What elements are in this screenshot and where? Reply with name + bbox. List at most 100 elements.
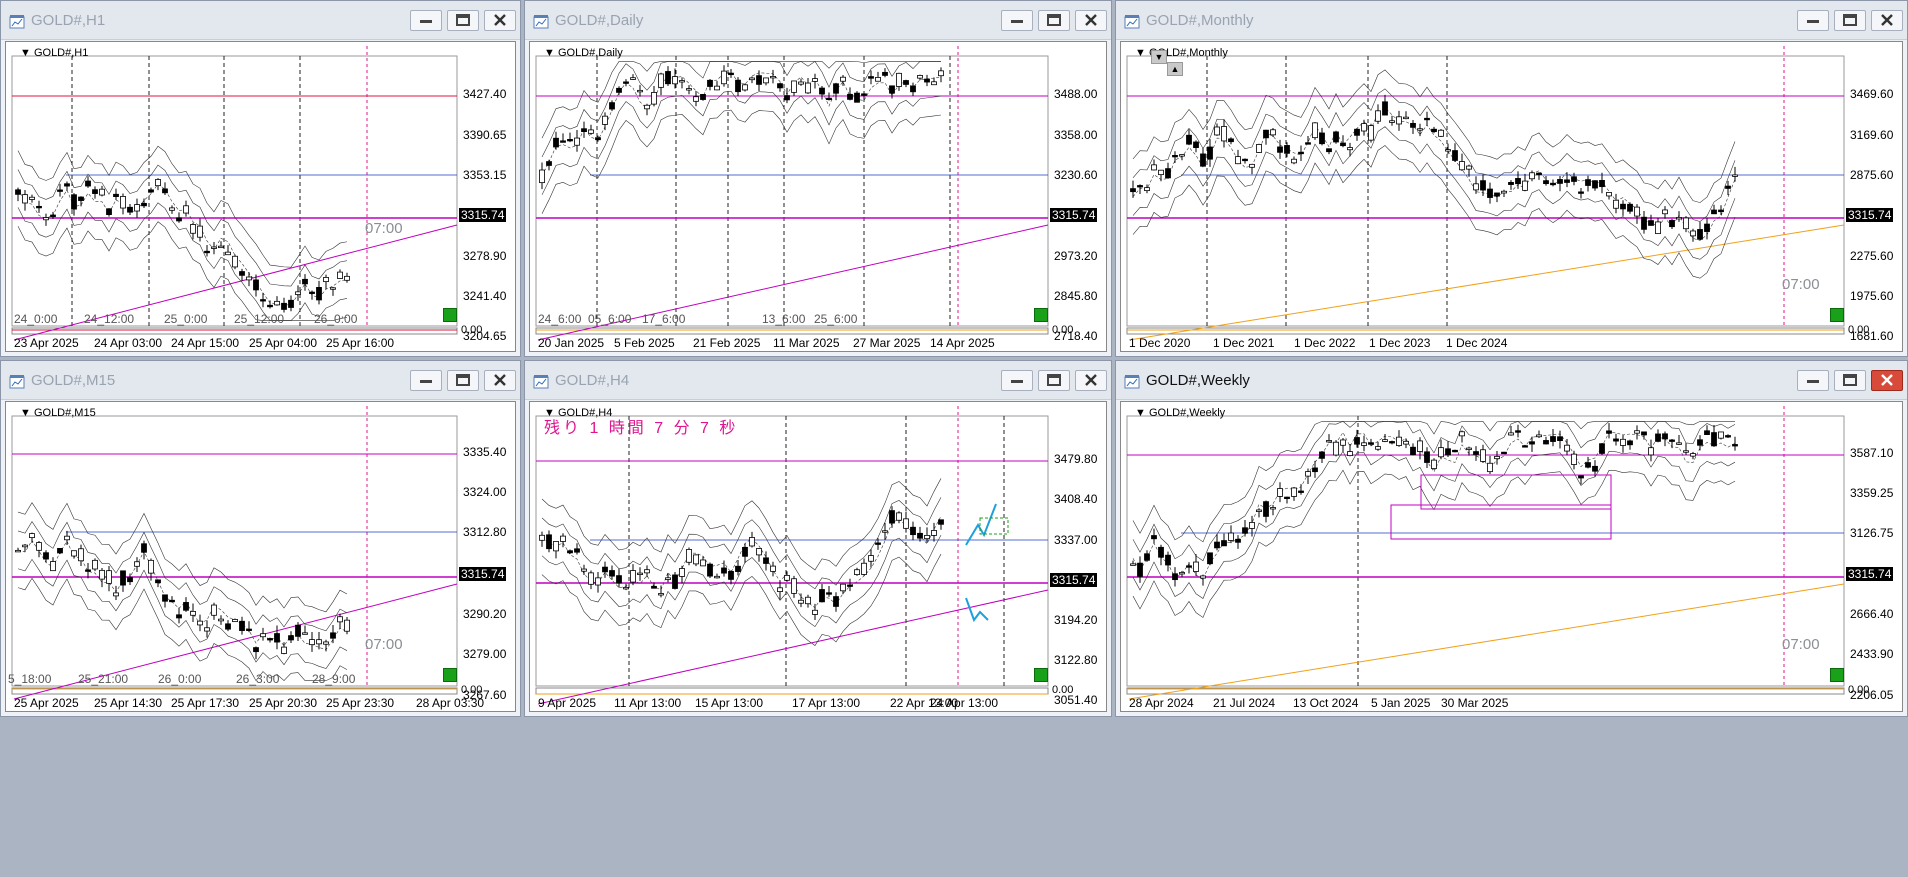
window-titlebar[interactable]: GOLD#,Daily [525,1,1111,40]
minimize-button[interactable] [1001,370,1033,391]
autotrade-indicator-icon[interactable] [443,668,457,682]
candle [1326,148,1332,153]
window-titlebar[interactable]: GOLD#,Weekly [1116,361,1907,400]
chart-area[interactable]: ▼ GOLD#,Weekly 3587.10 3359.25 3126.75 2666.… [1120,401,1903,712]
maximize-button[interactable] [447,10,479,31]
maximize-button[interactable] [447,370,479,391]
close-button[interactable] [484,10,516,31]
autotrade-indicator-icon[interactable] [1830,308,1844,322]
chart-area[interactable]: ▼ GOLD#,M15 3335.40 3324.00 3312.80 3290.20 3… [5,401,516,712]
candle [567,550,573,554]
bollinger-band [541,535,942,628]
scroll-down-icon[interactable]: ▲ [1167,62,1183,76]
chart-window[interactable]: GOLD#,Weekly ▼ GOLD#,Weekly 3587.10 3359.25… [1115,360,1908,717]
chart-area[interactable]: ▼ GOLD#,H1 3427.40 3390.65 3353.15 3278.90 32… [5,41,516,352]
candle [1718,431,1724,439]
range-box [1420,474,1612,510]
autotrade-indicator-icon[interactable] [1034,308,1048,322]
window-titlebar[interactable]: GOLD#,M15 [1,361,520,400]
candle [651,92,657,105]
scroll-up-icon[interactable]: ▼ [1151,50,1167,64]
candle [1158,546,1164,558]
autotrade-indicator-icon[interactable] [1034,668,1048,682]
candle [931,530,937,536]
maximize-button[interactable] [1834,10,1866,31]
maximize-button[interactable] [1834,370,1866,391]
candle [742,84,748,91]
dropdown-triangle-icon[interactable]: ▼ [1135,407,1146,419]
chart-window[interactable]: GOLD#,H1 ▼ GOLD#,H1 3427.40 3390.65 3353.15 3… [0,0,521,357]
minimize-button[interactable] [1797,370,1829,391]
bollinger-band [1132,421,1735,543]
candlestick-plot [1126,406,1845,700]
minimize-button[interactable] [1001,10,1033,31]
dropdown-triangle-icon[interactable]: ▼ [1135,47,1146,59]
chart-window[interactable]: GOLD#,Monthly ▼ GOLD#,Monthly ▼ ▲ 3469.60 316… [1115,0,1908,357]
price-axis-label: 3353.15 [463,168,507,182]
close-icon [1085,374,1097,386]
window-titlebar[interactable]: GOLD#,H1 [1,1,520,40]
candle [721,567,727,574]
autotrade-indicator-icon[interactable] [443,308,457,322]
candle [1193,561,1199,572]
time-marker-label: 07:00 [1782,276,1820,293]
candle [1277,146,1283,153]
dropdown-triangle-icon[interactable]: ▼ [544,47,555,59]
window-titlebar[interactable]: GOLD#,Monthly [1116,1,1907,40]
chart-window[interactable]: GOLD#,Daily ▼ GOLD#,Daily 3488.00 3358.00 32… [524,0,1112,357]
candle [896,512,902,521]
bollinger-band [17,558,348,669]
maximize-button[interactable] [1038,10,1070,31]
candle [756,75,762,85]
candle [1144,553,1150,561]
chart-area[interactable]: ▼ GOLD#,Daily 3488.00 3358.00 3230.60 2973.2… [529,41,1107,352]
price-axis-label: 3290.20 [463,607,507,621]
candle [36,205,42,209]
candle [1571,453,1577,465]
candle [1683,450,1689,453]
candle [260,299,266,302]
time-axis-label: 11 Apr 13:00 [614,696,682,710]
window-titlebar[interactable]: GOLD#,H4 [525,361,1111,400]
maximize-button[interactable] [1038,370,1070,391]
close-button[interactable] [1075,10,1107,31]
time-axis-label: 17 Apr 13:00 [792,696,861,710]
candle [553,541,559,552]
candle [1606,430,1612,434]
candle [1305,142,1311,145]
dropdown-triangle-icon[interactable]: ▼ [20,47,31,59]
candle [1627,203,1633,212]
candle [50,214,56,217]
candle [344,619,350,632]
candle [938,70,944,77]
time-axis-label: 5 Jan 2025 [1371,696,1431,710]
candle [602,566,608,573]
candle [903,518,909,529]
close-button[interactable] [1075,370,1107,391]
minimize-button[interactable] [410,10,442,31]
candle [735,79,741,93]
candle [183,602,189,611]
candle [1361,442,1367,446]
price-axis-label: 3122.80 [1054,653,1098,667]
dropdown-triangle-icon[interactable]: ▼ [20,407,31,419]
chart-window[interactable]: GOLD#,H4 ▼ GOLD#,H4 残り 1 時間 7 分 7 秒 3479.80… [524,360,1112,717]
close-button[interactable] [1871,370,1903,391]
chart-window[interactable]: GOLD#,M15 ▼ GOLD#,M15 3335.40 3324.00 3312.8… [0,360,521,717]
minimize-button[interactable] [410,370,442,391]
candle [267,638,273,641]
minimize-button[interactable] [1797,10,1829,31]
candle [1298,490,1304,493]
candle [1438,129,1444,137]
candle [1550,182,1556,186]
candle [854,92,860,103]
candle [700,94,706,100]
price-axis-label: 2433.90 [1850,647,1894,661]
autotrade-indicator-icon[interactable] [1830,668,1844,682]
candle [225,623,231,630]
close-button[interactable] [1871,10,1903,31]
chart-area[interactable]: ▼ GOLD#,Monthly ▼ ▲ 3469.60 3169.60 2875.60 22… [1120,41,1903,352]
close-button[interactable] [484,370,516,391]
price-axis-label: 1975.60 [1850,289,1894,303]
chart-area[interactable]: ▼ GOLD#,H4 残り 1 時間 7 分 7 秒 3479.80 3408.40 3… [529,401,1107,712]
